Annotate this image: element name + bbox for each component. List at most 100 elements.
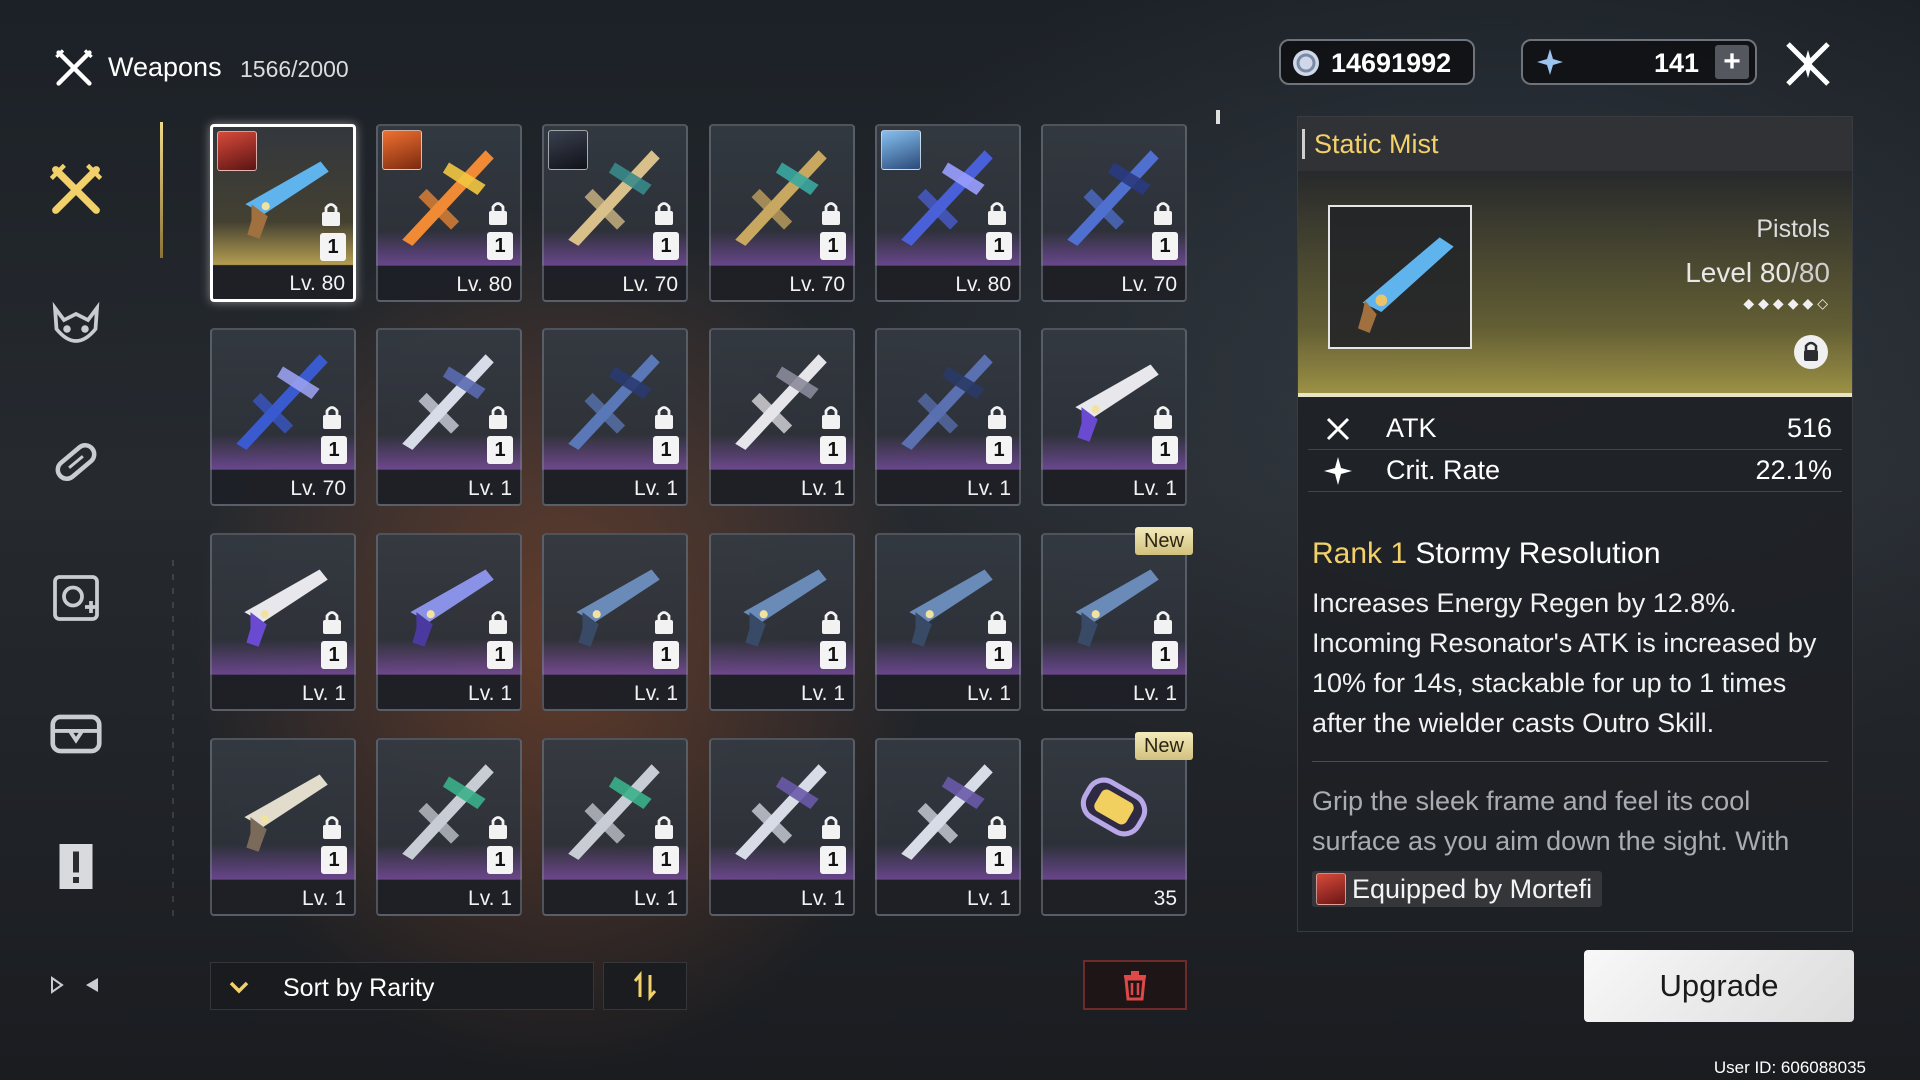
inventory-count: 1566/2000 [240, 56, 349, 82]
sidebar-item-weapons[interactable] [38, 152, 114, 228]
weapon-level: Lv. 1 [967, 682, 1011, 705]
weapon-name: Static Mist [1314, 129, 1439, 159]
crossed-swords-icon [55, 49, 93, 86]
stat-row-crit-rate: Crit. Rate 22.1% [1308, 449, 1842, 492]
lock-icon [655, 816, 673, 839]
playback-icon[interactable] [48, 970, 108, 1000]
weapon-level: Level 80/80 [1685, 257, 1830, 289]
weapon-tile[interactable]: 1 Lv. 70 [210, 328, 356, 506]
capsule-icon [55, 443, 97, 481]
rank-badge: 1 [653, 846, 679, 874]
shell-credit-value: 14691992 [1331, 48, 1452, 78]
weapon-tile[interactable]: 1 Lv. 1 [376, 533, 522, 711]
weapon-level: Lv. 1 [634, 887, 678, 910]
lock-icon [822, 611, 840, 634]
weapon-tile[interactable]: 1 Lv. 80 [210, 124, 356, 302]
weapon-tile[interactable]: 1 Lv. 70 [1041, 124, 1187, 302]
rank-badge: 1 [1152, 232, 1178, 260]
lock-button[interactable] [1794, 335, 1828, 369]
weapon-level: Lv. 1 [801, 477, 845, 500]
weapon-tile[interactable]: 1 Lv. 1 [210, 738, 356, 916]
flavor-text: Grip the sleek frame and feel its cool s… [1312, 786, 1790, 856]
sidebar-item-resources[interactable] [38, 696, 114, 772]
weapon-tile[interactable]: 1 Lv. 1 [210, 533, 356, 711]
upgrade-button[interactable]: Upgrade [1584, 950, 1854, 1022]
weapon-level: Lv. 1 [468, 477, 512, 500]
weapon-tile[interactable]: 1 Lv. 70 [709, 124, 855, 302]
sidebar-item-echoes[interactable] [38, 288, 114, 364]
active-nav-indicator [160, 122, 163, 258]
sidebar-item-quest-items[interactable] [38, 830, 114, 906]
lock-icon [1154, 611, 1172, 634]
sidebar-item-materials[interactable] [38, 424, 114, 500]
rank-badge: 1 [653, 232, 679, 260]
skill-name: Stormy Resolution [1415, 537, 1661, 570]
weapon-level: Lv. 80 [289, 272, 345, 295]
lock-icon [323, 406, 341, 429]
detail-hero: Pistols Level 80/80 ◆◆◆◆◆◇ [1298, 171, 1852, 397]
trash-icon [1124, 971, 1146, 1001]
weapon-tile[interactable]: 35 [1041, 738, 1187, 916]
equipped-by-chip[interactable]: Equipped by Mortefi [1312, 871, 1603, 907]
lock-icon [655, 406, 673, 429]
weapon-tile[interactable]: 1 Lv. 1 [542, 533, 688, 711]
lock-icon [489, 202, 507, 225]
rank-badge: 1 [321, 846, 347, 874]
grid-scrollbar[interactable] [1216, 110, 1220, 124]
sort-order-button[interactable] [603, 962, 687, 1010]
weapon-tile[interactable]: 1 Lv. 1 [376, 738, 522, 916]
delete-button[interactable] [1083, 960, 1187, 1010]
weapon-level: Lv. 70 [789, 273, 845, 296]
weapon-tile[interactable]: 1 Lv. 1 [542, 328, 688, 506]
sort-label: Sort by Rarity [283, 974, 435, 1002]
divider [1312, 761, 1828, 762]
lock-icon [655, 202, 673, 225]
decorative-rule [172, 560, 174, 920]
chevron-down-icon [229, 981, 249, 994]
weapon-level: Lv. 80 [955, 273, 1011, 296]
weapon-tile[interactable]: 1 Lv. 80 [875, 124, 1021, 302]
weapon-tile[interactable]: 1 Lv. 1 [875, 328, 1021, 506]
rank-badge: 1 [986, 232, 1012, 260]
rank-badge: 1 [986, 846, 1012, 874]
weapon-tile[interactable]: 1 Lv. 1 [709, 328, 855, 506]
weapon-level: Lv. 1 [634, 477, 678, 500]
lock-icon [822, 202, 840, 225]
weapon-level: Lv. 1 [801, 682, 845, 705]
rank-badge: 1 [320, 233, 346, 261]
rank-badge: 1 [321, 641, 347, 669]
crossed-swords-icon [49, 163, 103, 214]
weapon-tile[interactable]: 1 Lv. 1 [875, 738, 1021, 916]
rank-badge: 1 [1152, 641, 1178, 669]
lock-icon [489, 816, 507, 839]
add-astrite-button[interactable]: + [1715, 45, 1749, 79]
sort-dropdown[interactable]: Sort by Rarity [210, 962, 594, 1010]
weapon-thumbnail [1328, 205, 1472, 349]
weapon-tile[interactable]: 1 Lv. 1 [709, 738, 855, 916]
weapon-tile[interactable]: 1 Lv. 70 [542, 124, 688, 302]
level-max: /80 [1791, 257, 1830, 288]
weapon-tile[interactable]: 1 Lv. 1 [709, 533, 855, 711]
exclamation-document-icon [59, 844, 93, 889]
lock-icon [988, 816, 1006, 839]
pistol-icon [1358, 237, 1454, 333]
weapon-tile[interactable]: 1 Lv. 80 [376, 124, 522, 302]
weapon-tile[interactable]: 1 Lv. 1 [542, 738, 688, 916]
lock-icon [323, 611, 341, 634]
echo-mask-icon [52, 301, 100, 343]
stat-value: 22.1% [1755, 455, 1832, 485]
weapon-level: Lv. 70 [290, 477, 346, 500]
attack-icon [1326, 417, 1350, 441]
rank-badge: 1 [820, 436, 846, 464]
weapon-level: Lv. 1 [468, 682, 512, 705]
avatar [1316, 873, 1346, 905]
weapon-tile[interactable]: 1 Lv. 1 [875, 533, 1021, 711]
weapon-tile[interactable]: 1 Lv. 1 [1041, 533, 1187, 711]
stat-name: Crit. Rate [1386, 455, 1501, 485]
weapon-tile[interactable]: 1 Lv. 1 [376, 328, 522, 506]
chest-icon [50, 714, 102, 754]
weapon-tile[interactable]: 1 Lv. 1 [1041, 328, 1187, 506]
sidebar-item-supplies[interactable] [38, 560, 114, 636]
close-icon[interactable] [1780, 36, 1836, 92]
shell-credit-counter: 14691992 [1279, 39, 1475, 85]
